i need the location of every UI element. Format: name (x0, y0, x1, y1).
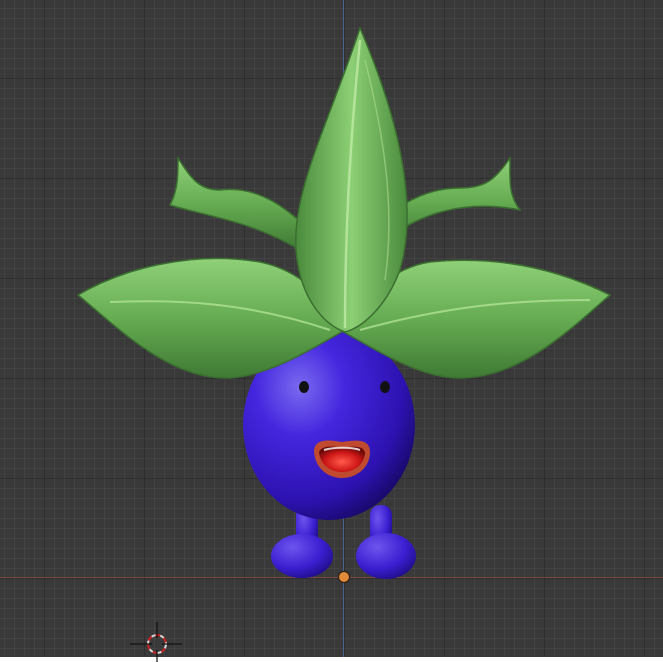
right-foot (356, 533, 416, 579)
model-scene (76, 25, 612, 579)
object-origin-dot[interactable] (338, 571, 350, 583)
right-eye (380, 381, 390, 393)
3d-viewport[interactable] (0, 0, 663, 662)
left-eye (299, 381, 309, 393)
left-foot (271, 534, 333, 578)
3d-cursor-icon[interactable] (128, 622, 184, 662)
center-leaf (294, 25, 408, 333)
